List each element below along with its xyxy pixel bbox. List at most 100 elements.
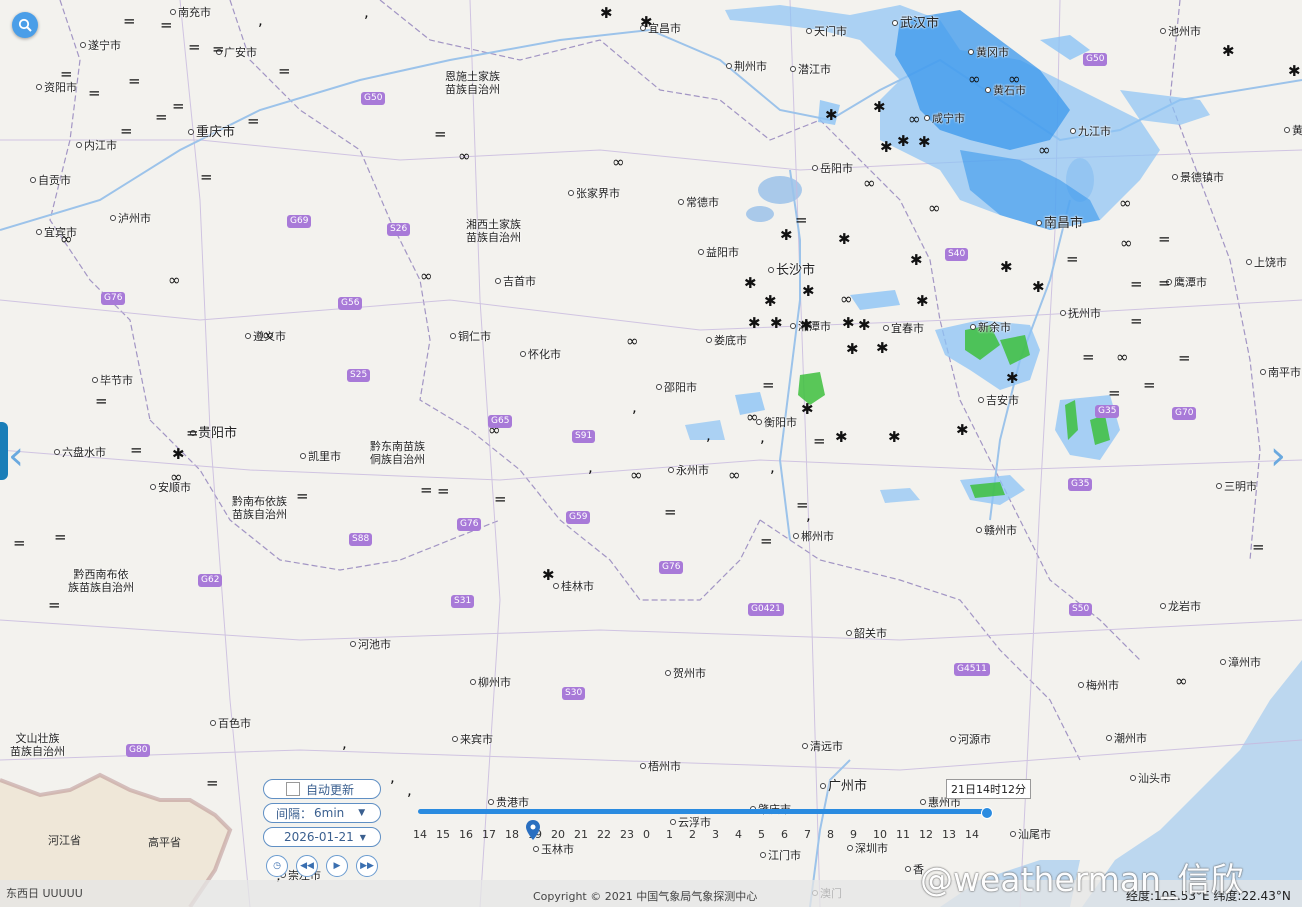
timeline-tick[interactable]: 14 bbox=[965, 828, 988, 841]
fast-forward-button[interactable]: ▶▶ bbox=[356, 855, 378, 877]
timeline-tick[interactable]: 13 bbox=[942, 828, 965, 841]
timeline-tick[interactable]: 11 bbox=[896, 828, 919, 841]
fog-icon: = bbox=[48, 596, 61, 614]
timeline-tick[interactable]: 2 bbox=[689, 828, 712, 841]
city-label: 内江市 bbox=[76, 139, 117, 152]
highway-badge: G62 bbox=[198, 574, 223, 587]
timeline-tick[interactable]: 0 bbox=[643, 828, 666, 841]
city-label: 漳州市 bbox=[1220, 656, 1261, 669]
fog-icon: = bbox=[88, 84, 101, 102]
rewind-button[interactable]: ◀◀ bbox=[296, 855, 318, 877]
clock-icon: ◷ bbox=[273, 861, 281, 871]
timeline-tick[interactable]: 5 bbox=[758, 828, 781, 841]
timeline-tick[interactable]: 9 bbox=[850, 828, 873, 841]
fast-forward-icon: ▶▶ bbox=[360, 861, 374, 871]
timeline-tick[interactable]: 1 bbox=[666, 828, 689, 841]
drizzle-icon: , bbox=[632, 398, 637, 416]
fog-icon: = bbox=[1158, 230, 1171, 248]
city-label: 怀化市 bbox=[520, 348, 561, 361]
fog-icon: = bbox=[1158, 274, 1171, 292]
auto-update-checkbox[interactable] bbox=[286, 782, 300, 796]
highway-badge: S31 bbox=[451, 595, 475, 608]
fog-icon: = bbox=[494, 490, 507, 508]
city-label: 重庆市 bbox=[188, 126, 235, 139]
auto-update-toggle[interactable]: 自动更新 bbox=[263, 779, 381, 799]
search-button[interactable] bbox=[12, 12, 38, 38]
snow-icon: ✱ bbox=[748, 314, 761, 332]
city-label: 韶关市 bbox=[846, 627, 887, 640]
city-label: 鹰潭市 bbox=[1166, 276, 1207, 289]
drizzle-icon: , bbox=[364, 3, 369, 21]
timeline-tick[interactable]: 3 bbox=[712, 828, 735, 841]
timeline-tick[interactable]: 4 bbox=[735, 828, 758, 841]
fog-icon: = bbox=[762, 376, 775, 394]
timeline-tick[interactable]: 18 bbox=[505, 828, 528, 841]
fog-icon: = bbox=[172, 97, 185, 115]
timeline-tick[interactable]: 8 bbox=[827, 828, 850, 841]
timeline-tick[interactable]: 6 bbox=[781, 828, 804, 841]
snow-icon: ✱ bbox=[888, 428, 901, 446]
prev-arrow-icon[interactable]: ‹ bbox=[8, 436, 24, 476]
city-label: 张家界市 bbox=[568, 187, 620, 200]
date-select[interactable]: 2026-01-21 ▼ bbox=[263, 827, 381, 847]
fog-icon: = bbox=[1066, 250, 1079, 268]
chevron-down-icon: ▼ bbox=[358, 808, 366, 818]
search-icon bbox=[18, 18, 32, 32]
snow-icon: ✱ bbox=[910, 251, 923, 269]
timeline-tick[interactable]: 17 bbox=[482, 828, 505, 841]
snow-icon: ✱ bbox=[873, 98, 886, 116]
drizzle-icon: , bbox=[770, 458, 775, 476]
snow-icon: ✱ bbox=[801, 400, 814, 418]
city-label: 上饶市 bbox=[1246, 256, 1287, 269]
timeline-tick[interactable]: 12 bbox=[919, 828, 942, 841]
timeline-track[interactable] bbox=[418, 809, 986, 814]
timeline-tick[interactable]: 14 bbox=[413, 828, 436, 841]
city-label: 深圳市 bbox=[847, 842, 888, 855]
location-pin-icon[interactable] bbox=[526, 820, 540, 840]
timeline-tick[interactable]: 7 bbox=[804, 828, 827, 841]
next-arrow-icon[interactable]: › bbox=[1270, 436, 1286, 476]
play-button[interactable]: ▶ bbox=[326, 855, 348, 877]
fog-icon: = bbox=[186, 424, 199, 442]
timeline-tick[interactable]: 15 bbox=[436, 828, 459, 841]
highway-badge: S88 bbox=[349, 533, 373, 546]
highway-badge: G35 bbox=[1095, 405, 1120, 418]
snow-icon: ✱ bbox=[780, 226, 793, 244]
city-label: 广州市 bbox=[820, 780, 867, 793]
highway-badge: G35 bbox=[1068, 478, 1093, 491]
highway-badge: G76 bbox=[457, 518, 482, 531]
fog-icon: = bbox=[155, 108, 168, 126]
snow-icon: ✱ bbox=[876, 339, 889, 357]
snow-icon: ✱ bbox=[770, 314, 783, 332]
side-panel-toggle[interactable] bbox=[0, 422, 8, 480]
fog-icon: = bbox=[95, 392, 108, 410]
city-label: 益阳市 bbox=[698, 246, 739, 259]
highway-badge: G50 bbox=[361, 92, 386, 105]
timeline-tick[interactable]: 23 bbox=[620, 828, 643, 841]
timeline-tick[interactable]: 22 bbox=[597, 828, 620, 841]
timeline-tick[interactable]: 16 bbox=[459, 828, 482, 841]
snow-icon: ✱ bbox=[835, 428, 848, 446]
city-label: 吉首市 bbox=[495, 275, 536, 288]
haze-icon: ∞ bbox=[746, 408, 759, 426]
drizzle-icon: , bbox=[706, 426, 711, 444]
clock-button[interactable]: ◷ bbox=[266, 855, 288, 877]
timeline-tick[interactable]: 21 bbox=[574, 828, 597, 841]
city-label: 黔西南布依 族苗族自治州 bbox=[68, 568, 134, 594]
haze-icon: ∞ bbox=[630, 466, 643, 484]
city-label: 铜仁市 bbox=[450, 330, 491, 343]
city-label: 常德市 bbox=[678, 196, 719, 209]
timeline-tick[interactable]: 20 bbox=[551, 828, 574, 841]
timeline-tick[interactable]: 10 bbox=[873, 828, 896, 841]
highway-badge: G76 bbox=[659, 561, 684, 574]
snow-icon: ✱ bbox=[640, 13, 653, 31]
city-label: 来宾市 bbox=[452, 733, 493, 746]
play-icon: ▶ bbox=[333, 861, 341, 871]
city-label: 南昌市 bbox=[1036, 217, 1083, 230]
haze-icon: ∞ bbox=[1116, 348, 1129, 366]
city-label: 长沙市 bbox=[768, 264, 815, 277]
city-label: 桂林市 bbox=[553, 580, 594, 593]
timeline-handle[interactable] bbox=[981, 807, 993, 819]
fog-icon: = bbox=[120, 122, 133, 140]
interval-select[interactable]: 间隔： 6min ▼ bbox=[263, 803, 381, 823]
